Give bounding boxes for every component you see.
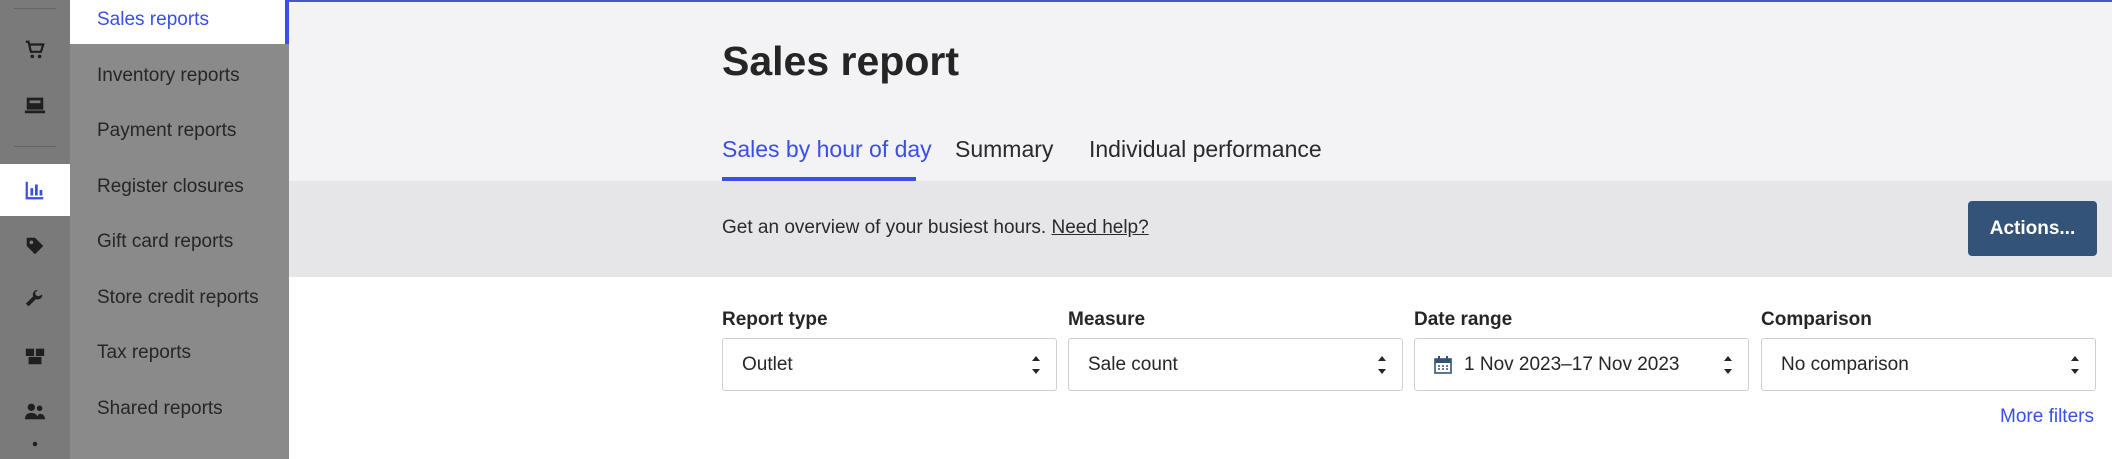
more-filters-link[interactable]: More filters (2000, 406, 2094, 428)
page-header: Sales report Sales by hour of day Summar… (289, 0, 2112, 182)
comparison-select[interactable]: No comparison (1761, 338, 2096, 391)
rail-item-more[interactable] (0, 438, 70, 459)
boxes-icon (25, 348, 45, 365)
submenu-item-inventory-reports[interactable]: Inventory reports (70, 52, 289, 100)
rail-item-setup[interactable] (0, 274, 70, 326)
select-arrows-icon (1724, 356, 1732, 374)
actions-button[interactable]: Actions... (1968, 201, 2097, 256)
page-title: Sales report (722, 38, 959, 84)
submenu-item-payment-reports[interactable]: Payment reports (70, 107, 289, 155)
customers-icon (24, 403, 46, 420)
info-text-wrapper: Get an overview of your busiest hours. N… (722, 217, 1149, 239)
rail-divider (14, 8, 56, 9)
report-type-value: Outlet (742, 353, 793, 375)
tab-sales-by-hour[interactable]: Sales by hour of day (722, 136, 932, 163)
measure-value: Sale count (1088, 353, 1178, 375)
submenu-item-shared-reports[interactable]: Shared reports (70, 385, 289, 433)
select-arrows-icon (2071, 356, 2079, 374)
reports-icon (25, 181, 44, 200)
date-range-value: 1 Nov 2023–17 Nov 2023 (1464, 353, 1680, 375)
rail-item-reports[interactable] (0, 164, 70, 216)
calendar-icon (1434, 355, 1452, 374)
submenu-item-register-closures[interactable]: Register closures (70, 163, 289, 211)
rail-item-customers[interactable] (0, 385, 70, 437)
report-type-select[interactable]: Outlet (722, 338, 1057, 391)
comparison-label: Comparison (1761, 309, 1872, 330)
rail-item-promotions[interactable] (0, 220, 70, 272)
submenu-item-tax-reports[interactable]: Tax reports (70, 329, 289, 377)
submenu-item-sales-reports[interactable]: Sales reports (70, 0, 289, 44)
comparison-value: No comparison (1781, 353, 1909, 375)
tab-summary[interactable]: Summary (955, 136, 1053, 163)
reports-submenu: Sales reports Inventory reports Payment … (70, 0, 289, 459)
submenu-item-gift-card-reports[interactable]: Gift card reports (70, 218, 289, 266)
select-arrows-icon (1378, 356, 1386, 374)
more-icon (32, 441, 38, 447)
rail-divider (14, 146, 56, 147)
date-range-label: Date range (1414, 309, 1513, 330)
report-type-label: Report type (722, 309, 828, 330)
wrench-icon (25, 289, 43, 307)
need-help-link[interactable]: Need help? (1052, 217, 1149, 238)
measure-select[interactable]: Sale count (1068, 338, 1403, 391)
date-range-select[interactable]: 1 Nov 2023–17 Nov 2023 (1414, 338, 1749, 391)
rail-item-register[interactable] (0, 79, 70, 131)
submenu-item-store-credit-reports[interactable]: Store credit reports (70, 274, 289, 322)
cart-icon (25, 40, 45, 59)
register-icon (24, 97, 46, 114)
rail-item-sell[interactable] (0, 24, 70, 76)
info-bar: Get an overview of your busiest hours. N… (289, 181, 2112, 277)
tab-individual-performance[interactable]: Individual performance (1089, 136, 1322, 163)
select-arrows-icon (1032, 356, 1040, 374)
tag-icon (26, 237, 44, 255)
icon-rail (0, 0, 70, 459)
main-content: Sales report Sales by hour of day Summar… (289, 0, 2112, 459)
measure-label: Measure (1068, 309, 1146, 330)
info-text: Get an overview of your busiest hours. (722, 217, 1047, 238)
rail-item-catalog[interactable] (0, 330, 70, 382)
